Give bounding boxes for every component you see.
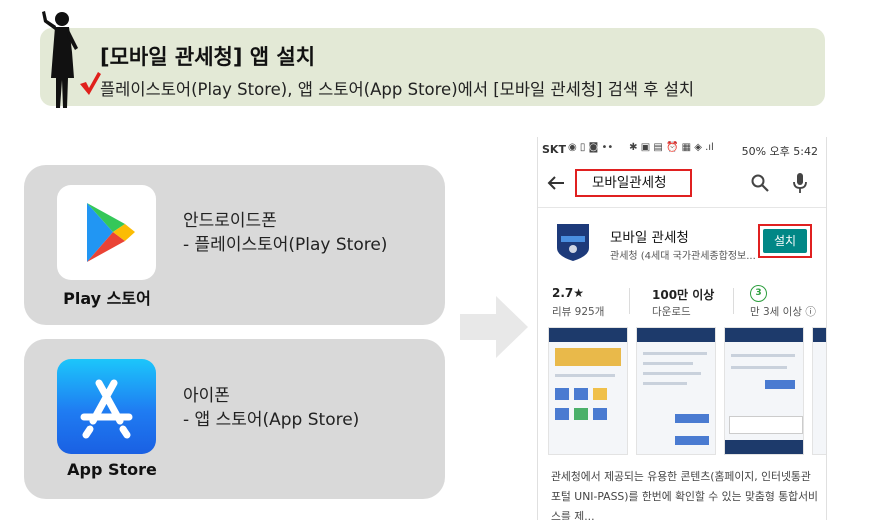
rating-value: 2.7★ [552, 286, 585, 300]
app-description[interactable]: 관세청에서 제공되는 유용한 콘텐츠(홈페이지, 인터넷통관포털 UNI-PAS… [551, 467, 819, 520]
screenshot-tile [574, 388, 588, 400]
arrow-right-icon [460, 296, 528, 358]
android-description: 안드로이드폰 - 플레이스토어(Play Store) [183, 209, 387, 257]
status-bar: SKT ◉ ▯ ◙ •• ✱ ▣ ▤ ⏰ ▦ ◈ .ıl 50% 오후 5:42 [538, 137, 826, 159]
screenshot-header [725, 328, 803, 342]
screenshot-tile [555, 408, 569, 420]
app-screenshot[interactable] [548, 327, 628, 455]
search-input[interactable]: 모바일관세청 [575, 169, 692, 197]
app-developer[interactable]: 관세청 (4세대 국가관세종합정보... [610, 247, 756, 262]
screenshot-header [637, 328, 715, 342]
phone-screenshot: SKT ◉ ▯ ◙ •• ✱ ▣ ▤ ⏰ ▦ ◈ .ıl 50% 오후 5:42… [537, 137, 827, 520]
search-row: 모바일관세청 [538, 159, 826, 208]
app-screenshot[interactable] [724, 327, 804, 455]
screenshot-header [549, 328, 627, 342]
screenshot-line [643, 382, 687, 385]
carrier-text: SKT [542, 143, 566, 156]
app-store-label: App Store [67, 460, 157, 479]
app-store-icon [57, 359, 156, 454]
iphone-device-text: 아이폰 [183, 386, 230, 406]
check-mark-icon [80, 72, 101, 95]
screenshot-line [731, 354, 795, 357]
app-stats: 2.7★ 리뷰 925개 100만 이상 다운로드 3 만 3세 이상 ⓘ [538, 280, 826, 324]
screenshot-banner [555, 348, 621, 366]
screenshot-tile [574, 408, 588, 420]
screenshot-header [813, 328, 826, 342]
downloads-value: 100만 이상 [652, 288, 715, 302]
stats-divider [733, 288, 734, 314]
screenshot-panel [729, 416, 803, 434]
iphone-description: 아이폰 - 앱 스토어(App Store) [183, 384, 359, 432]
banner-description: 플레이스토어(Play Store), 앱 스토어(App Store)에서 [… [100, 80, 695, 99]
screenshot-line [731, 366, 787, 369]
screenshot-button [675, 414, 709, 423]
stats-divider [629, 288, 630, 314]
customs-app-logo-icon [557, 224, 589, 261]
age-rating-badge: 3 [750, 285, 767, 302]
install-button[interactable]: 설치 [763, 229, 807, 253]
iphone-store-text: - 앱 스토어(App Store) [183, 410, 360, 430]
screenshot-line [643, 372, 701, 375]
screenshot-line [555, 374, 615, 377]
screenshot-tile [555, 388, 569, 400]
screenshot-carousel[interactable] [548, 327, 826, 457]
age-rating-label[interactable]: 만 3세 이상 ⓘ [750, 304, 816, 319]
app-name[interactable]: 모바일 관세청 [610, 226, 689, 246]
back-arrow-icon[interactable] [546, 173, 566, 193]
downloads-label: 다운로드 [652, 306, 691, 318]
screenshot-button [675, 436, 709, 445]
screenshot-footer [725, 440, 803, 454]
banner-title: [모바일 관세청] 앱 설치 [100, 45, 316, 69]
play-store-icon [57, 185, 156, 280]
screenshot-tile [593, 408, 607, 420]
review-count[interactable]: 리뷰 925개 [552, 304, 604, 319]
install-highlight: 설치 [758, 224, 812, 258]
status-icons: ◉ ▯ ◙ •• ✱ ▣ ▤ ⏰ ▦ ◈ .ıl [568, 142, 714, 153]
screenshot-line [643, 352, 707, 355]
screenshot-line [643, 362, 693, 365]
screenshot-button [765, 380, 795, 389]
app-screenshot[interactable] [636, 327, 716, 455]
microphone-icon[interactable] [792, 172, 808, 194]
android-store-text: - 플레이스토어(Play Store) [183, 235, 388, 255]
search-icon[interactable] [750, 173, 770, 193]
screenshot-tile [593, 388, 607, 400]
android-device-text: 안드로이드폰 [183, 211, 277, 231]
play-store-label: Play 스토어 [63, 289, 151, 308]
app-screenshot[interactable] [812, 327, 826, 455]
battery-time-text: 50% 오후 5:42 [741, 145, 818, 158]
